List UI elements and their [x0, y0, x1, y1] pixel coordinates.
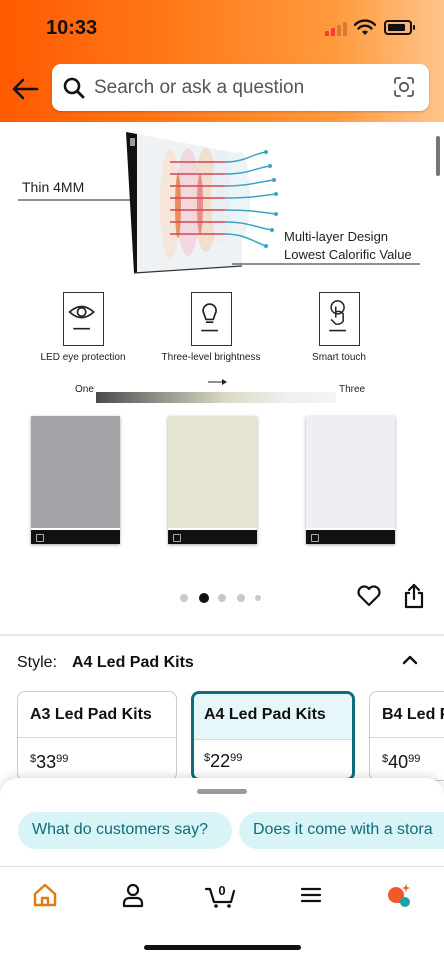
pad-level-two [168, 416, 257, 544]
search-icon [63, 77, 85, 99]
brightness-gradient-bar [96, 392, 336, 403]
app-header: 10:33 Search or ask a question [0, 0, 444, 122]
heart-icon[interactable] [356, 584, 382, 608]
feature-label: LED eye protection [40, 352, 126, 363]
style-option-price: $3399 [30, 752, 69, 772]
suggestion-chip[interactable]: What do customers say? [18, 812, 232, 849]
carousel-dots[interactable] [180, 591, 270, 603]
search-input[interactable]: Search or ask a question [94, 77, 304, 99]
cart-icon[interactable]: 0 [204, 881, 238, 909]
bulb-icon [201, 303, 218, 332]
share-icon[interactable] [402, 582, 426, 610]
carousel-dot[interactable] [255, 595, 261, 601]
home-icon[interactable] [31, 881, 59, 909]
eye-icon [68, 305, 95, 330]
battery-icon [384, 20, 415, 35]
carousel-dot[interactable] [237, 594, 245, 602]
style-option-a4-selected[interactable]: A4 Led Pad Kits $2299 [191, 691, 355, 781]
feature-brightness: Three-level brightness [146, 292, 276, 363]
feature-label: Smart touch [312, 352, 366, 363]
suggestion-chip[interactable]: Does it come with a stora [239, 812, 444, 849]
style-option-title: B4 Led P [370, 692, 444, 738]
screen: 10:33 Search or ask a question Thin 4MM … [0, 0, 444, 960]
multi-layer-label: Multi-layer Design Lowest Calorific Valu… [284, 228, 412, 264]
brightness-start-label: One [75, 384, 94, 395]
multi-layer-line1: Multi-layer Design [284, 229, 389, 244]
chevron-up-icon[interactable] [400, 650, 420, 670]
carousel-dot-active[interactable] [199, 593, 209, 603]
brightness-end-label: Three [339, 384, 366, 395]
rufus-assistant-icon[interactable] [384, 881, 412, 909]
cellular-signal-icon [325, 22, 347, 36]
search-bar[interactable]: Search or ask a question [52, 64, 429, 111]
bottom-tab-bar: 0 [0, 866, 444, 960]
multi-layer-line2: Lowest Calorific Value [284, 247, 412, 262]
style-selector-header[interactable]: Style: A4 Led Pad Kits [0, 636, 444, 686]
style-selected-value: A4 Led Pad Kits [72, 654, 194, 671]
account-icon[interactable] [119, 881, 147, 909]
menu-icon[interactable] [297, 881, 325, 909]
pad-level-one [31, 416, 120, 544]
style-option-title: A4 Led Pad Kits [194, 694, 352, 740]
style-option-price: $2299 [204, 751, 243, 771]
pad-level-three [306, 416, 395, 544]
style-option-price: $4099 [382, 752, 421, 772]
sheet-grabber-handle[interactable] [197, 789, 247, 794]
camera-lens-icon[interactable] [392, 75, 416, 99]
style-option-b4[interactable]: B4 Led P $4099 [369, 691, 444, 781]
status-time: 10:33 [46, 17, 98, 39]
carousel-dot[interactable] [180, 594, 188, 602]
feature-eye-protection: LED eye protection [18, 292, 148, 363]
style-option-title: A3 Led Pad Kits [18, 692, 176, 738]
home-indicator[interactable] [144, 945, 301, 950]
product-image-carousel[interactable]: Thin 4MM Multi-layer Design Lowest Calor… [0, 122, 444, 634]
style-option-a3[interactable]: A3 Led Pad Kits $3399 [17, 691, 177, 781]
wifi-icon [354, 19, 376, 35]
feature-smart-touch: Smart touch [274, 292, 404, 363]
cart-count: 0 [218, 883, 225, 898]
touch-icon [329, 300, 346, 332]
back-arrow-icon[interactable] [10, 76, 40, 102]
arrow-right-icon [208, 379, 227, 385]
carousel-dot[interactable] [218, 594, 226, 602]
ask-suggestions-sheet[interactable]: What do customers say? Does it come with… [0, 778, 444, 878]
thin-label: Thin 4MM [22, 179, 85, 195]
style-key: Style: [17, 654, 58, 671]
feature-label: Three-level brightness [161, 352, 261, 363]
